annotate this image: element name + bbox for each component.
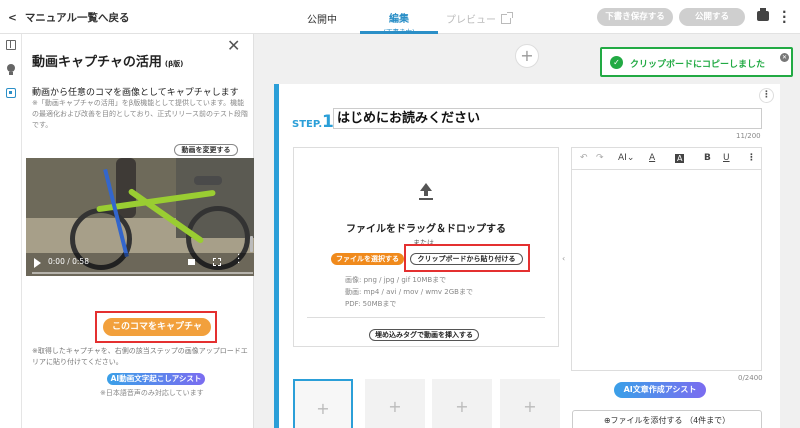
select-file-button[interactable]: ファイルを選択する — [331, 253, 404, 265]
more-vertical-icon[interactable]: · · · — [782, 6, 787, 28]
video-controls: 0:00 / 0:58 · · · — [26, 251, 259, 276]
format-image: 画像: png / jpg / gif 10MBまで — [345, 276, 447, 284]
back-to-manual-list[interactable]: < マニュアル一覧へ戻る — [8, 10, 130, 25]
file-format-list: 画像: png / jpg / gif 10MBまで 動画: mp4 / avi… — [345, 274, 473, 310]
play-icon[interactable] — [34, 258, 41, 268]
ai-write-assist-button[interactable]: AI文章作成アシスト — [614, 382, 706, 398]
bold-label: B — [704, 153, 711, 163]
close-icon[interactable]: ✕ — [227, 36, 240, 55]
step-title-input[interactable]: はじめにお読みください — [333, 108, 762, 129]
tab-edit-label: 編集 — [389, 14, 409, 25]
tab-edit[interactable]: 編集 (下書き中) — [360, 0, 438, 36]
icon-rail — [0, 34, 22, 428]
font-color-label: A — [649, 153, 656, 163]
redo-icon[interactable]: ↷ — [596, 153, 604, 163]
toast-message: クリップボードにコピーしました — [630, 60, 766, 70]
panel-description: 動画から任意のコマを画像としてキャプチャします — [32, 88, 239, 98]
back-label: マニュアル一覧へ戻る — [24, 12, 130, 24]
bicycle-seat — [194, 176, 222, 185]
video-more-icon[interactable]: · · · — [237, 251, 240, 269]
format-pdf: PDF: 50MBまで — [345, 300, 397, 308]
panel-title: 動画キャプチャの活用 (β版) — [32, 51, 183, 70]
tab-preview[interactable]: プレビュー — [446, 11, 513, 26]
ai-transcribe-button[interactable]: AI動画文字起こしアシスト — [107, 373, 205, 385]
step-menu-icon[interactable]: ⋮ — [759, 88, 774, 103]
drop-divider — [307, 317, 545, 318]
volume-icon[interactable] — [188, 259, 195, 265]
video-time: 0:00 / 0:58 — [48, 257, 89, 266]
capture-note: ※取得したキャプチャを、右側の該当ステップの画像アップロードエリアに貼り付けてく… — [32, 347, 248, 366]
highlight-label: A — [677, 154, 683, 163]
change-video-button[interactable]: 動画を変更する — [174, 144, 238, 156]
editor-toolbar: ↶ ↷ AI⌄ A A B U ⋮ — [572, 148, 761, 170]
image-slot[interactable]: + — [293, 379, 353, 428]
external-link-icon — [501, 12, 513, 24]
beta-badge: (β版) — [164, 60, 184, 68]
image-slot[interactable]: + — [432, 379, 492, 428]
video-player[interactable]: 0:00 / 0:58 · · · — [26, 158, 259, 276]
text-char-counter: 0/2400 — [738, 374, 763, 382]
top-bar: < マニュアル一覧へ戻る 公開中 編集 (下書き中) プレビュー 下書き保存する … — [0, 0, 800, 36]
image-slot[interactable]: + — [365, 379, 425, 428]
capture-highlight-box: このコマをキャプチャ — [95, 311, 217, 343]
font-color-button[interactable]: A — [649, 153, 655, 163]
upload-icon — [419, 183, 433, 201]
ai-transcribe-note: ※日本語音声のみ対応しています — [100, 389, 204, 397]
attach-file-button[interactable]: ⊕ファイルを添付する （4件まで） — [572, 410, 762, 428]
step-text-editor[interactable]: ↶ ↷ AI⌄ A A B U ⋮ — [571, 147, 762, 371]
book-icon[interactable] — [6, 40, 16, 50]
chevron-left-icon[interactable]: ‹ — [562, 254, 565, 263]
paste-highlight-box: クリップボードから貼り付ける — [404, 244, 530, 272]
format-video: 動画: mp4 / avi / mov / wmv 2GBまで — [345, 288, 473, 296]
bold-button[interactable]: B — [704, 153, 711, 163]
embed-video-button[interactable]: 埋め込みタグで動画を挿入する — [369, 329, 479, 341]
publish-button[interactable]: 公開する — [679, 8, 745, 26]
lightbulb-icon[interactable] — [7, 64, 15, 75]
ai-font-size-button[interactable]: AI⌄ — [618, 153, 634, 163]
undo-icon[interactable]: ↶ — [580, 153, 588, 163]
title-char-counter: 11/200 — [736, 132, 761, 140]
save-draft-button[interactable]: 下書き保存する — [597, 8, 673, 26]
more-vertical-icon[interactable]: ⋮ — [747, 153, 756, 163]
copy-toast: ✓ クリップボードにコピーしました ✕ — [600, 47, 793, 77]
drop-title: ファイルをドラッグ＆ドロップする — [346, 224, 506, 235]
ai-label: AI — [618, 153, 627, 163]
beta-note: ※「動画キャプチャの活用」をβ版機能として提供しています。機能の最適化および改善… — [32, 99, 248, 129]
image-slot[interactable]: + — [500, 379, 560, 428]
paste-from-clipboard-button[interactable]: クリップボードから貼り付ける — [410, 253, 523, 265]
add-step-button[interactable]: + — [515, 44, 539, 68]
video-capture-panel: ✕ 動画キャプチャの活用 (β版) 動画から任意のコマを画像としてキャプチャします… — [22, 34, 259, 428]
chevron-left-icon: < — [8, 12, 17, 24]
underline-label: U — [723, 153, 730, 163]
video-progress-bar[interactable] — [32, 272, 253, 274]
tab-published[interactable]: 公開中 — [307, 11, 337, 26]
panel-resize-handle[interactable] — [250, 236, 253, 252]
underline-button[interactable]: U — [723, 153, 730, 163]
tab-preview-label: プレビュー — [446, 15, 496, 26]
step-label: STEP. — [292, 119, 323, 130]
check-circle-icon: ✓ — [610, 56, 623, 69]
print-icon[interactable] — [757, 8, 769, 21]
close-icon[interactable]: ✕ — [780, 53, 789, 62]
capture-frame-button[interactable]: このコマをキャプチャ — [103, 318, 211, 336]
panel-title-text: 動画キャプチャの活用 — [32, 55, 162, 70]
fullscreen-icon[interactable] — [213, 258, 221, 266]
highlight-button[interactable]: A — [675, 154, 685, 163]
video-capture-icon[interactable] — [6, 88, 16, 98]
